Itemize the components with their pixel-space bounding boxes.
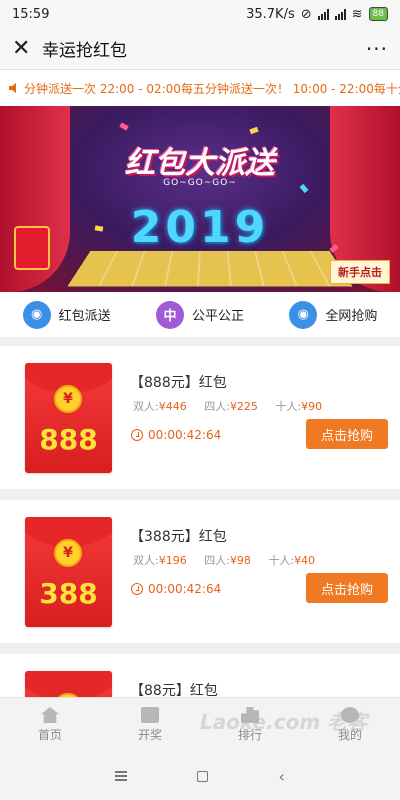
price-label: 双人: <box>133 400 159 413</box>
price-value: ¥40 <box>294 554 316 567</box>
globe-icon: ◉ <box>22 300 51 329</box>
tab-lottery[interactable]: 开奖 <box>100 698 200 752</box>
price-value: ¥446 <box>158 400 187 413</box>
wifi-icon: ≋ <box>351 6 363 22</box>
red-envelope-image: ¥ 888 <box>25 363 112 473</box>
price-value: ¥90 <box>301 400 323 413</box>
confetti <box>119 122 129 131</box>
page-title: 幸运抢红包 <box>42 41 127 61</box>
yuan-coin-icon: ¥ <box>54 539 82 567</box>
speaker-icon <box>9 83 16 93</box>
price-label: 四人: <box>204 554 230 567</box>
gift-icon <box>141 707 159 723</box>
tab-ranking[interactable]: 排行 <box>200 698 300 752</box>
battery-icon: 88 <box>368 7 388 21</box>
tab-label: 首页 <box>37 728 62 742</box>
buy-button[interactable]: 点击抢购 <box>306 573 388 603</box>
envelope-amount: 888 <box>39 423 98 456</box>
packet-name: 【388元】红包 <box>130 529 227 545</box>
price-value: ¥225 <box>229 400 258 413</box>
profile-icon <box>341 707 359 723</box>
feature-fair[interactable]: 中 公平公正 <box>155 300 244 329</box>
stage-floor <box>67 250 353 287</box>
price-label: 双人: <box>133 554 159 567</box>
banner-subtitle: GO~GO~GO~ <box>163 178 237 188</box>
clock-icon <box>131 429 143 441</box>
signal-icon <box>334 8 346 20</box>
bottom-tab-bar: 首页 开奖 排行 我的 <box>0 697 400 752</box>
feature-network-purchase[interactable]: ◉ 全网抢购 <box>289 300 378 329</box>
price-label: 十人: <box>268 554 295 567</box>
tab-home[interactable]: 首页 <box>0 698 100 752</box>
menu-icon[interactable] <box>115 771 128 781</box>
tab-profile[interactable]: 我的 <box>300 698 400 752</box>
price-label: 四人: <box>204 400 230 413</box>
price-label: 十人: <box>275 400 302 413</box>
feature-label: 公平公正 <box>191 309 244 324</box>
tab-label: 排行 <box>237 728 262 742</box>
newbie-button[interactable]: 新手点击 <box>330 260 390 284</box>
system-nav-bar: ‹ <box>0 752 400 800</box>
more-icon[interactable]: ··· <box>366 37 388 61</box>
feature-label: 全网抢购 <box>325 309 378 324</box>
status-bar: 15:59 35.7K/s ⊘ ≋ 88 <box>0 0 400 28</box>
status-indicators: 35.7K/s ⊘ ≋ 88 <box>246 7 388 22</box>
zhong-icon: 中 <box>155 300 184 329</box>
link-icon: ⊘ <box>300 6 312 22</box>
close-icon[interactable]: ✕ <box>12 37 38 60</box>
countdown: 00:00:42:64 <box>131 582 221 596</box>
tab-label: 开奖 <box>137 728 162 742</box>
packet-name: 【888元】红包 <box>130 375 227 391</box>
banner-title: 红包大派送 <box>125 146 275 181</box>
clock-icon <box>131 583 143 595</box>
feature-label: 红包派送 <box>58 309 111 324</box>
countdown: 00:00:42:64 <box>131 428 221 442</box>
back-icon[interactable]: ‹ <box>278 767 284 786</box>
price-value: ¥98 <box>229 554 251 567</box>
banner-year: 2019 <box>130 202 270 253</box>
tab-label: 我的 <box>337 728 362 742</box>
announcement-text: 分钟派送一次 22:00 - 02:00每五分钟派送一次！ 10:00 - 22… <box>24 81 400 96</box>
signal-icon <box>317 8 329 20</box>
red-envelope-image: ¥ 388 <box>25 517 112 627</box>
home-icon <box>41 707 59 723</box>
envelope-amount: 388 <box>39 577 98 610</box>
countdown-text: 00:00:42:64 <box>148 582 222 596</box>
home-square-icon[interactable] <box>197 770 209 782</box>
title-bar: ✕ 幸运抢红包 ··· <box>0 28 400 70</box>
list-item: ¥ 888 【888元】红包 双人:¥446 四人:¥225 十人:¥90 00… <box>0 346 400 489</box>
promo-banner[interactable]: 红包大派送 GO~GO~GO~ 2019 新手点击 <box>0 106 400 292</box>
feature-red-packet-delivery[interactable]: ◉ 红包派送 <box>22 300 111 329</box>
network-speed: 35.7K/s <box>246 6 295 22</box>
confetti <box>249 126 259 135</box>
packet-prices: 双人:¥446 四人:¥225 十人:¥90 <box>133 398 336 414</box>
feature-row: ◉ 红包派送 中 公平公正 ◉ 全网抢购 <box>0 292 400 338</box>
price-value: ¥196 <box>158 554 187 567</box>
status-time: 15:59 <box>12 6 50 22</box>
packet-prices: 双人:¥196 四人:¥98 十人:¥40 <box>133 552 329 568</box>
buy-button[interactable]: 点击抢购 <box>306 419 388 449</box>
globe-icon: ◉ <box>289 300 318 329</box>
countdown-text: 00:00:42:64 <box>148 428 222 442</box>
yuan-coin-icon: ¥ <box>54 385 82 413</box>
ranking-icon <box>241 707 259 723</box>
list-item: ¥ 388 【388元】红包 双人:¥196 四人:¥98 十人:¥40 00:… <box>0 500 400 643</box>
announcement-marquee: 分钟派送一次 22:00 - 02:00每五分钟派送一次！ 10:00 - 22… <box>0 70 400 106</box>
